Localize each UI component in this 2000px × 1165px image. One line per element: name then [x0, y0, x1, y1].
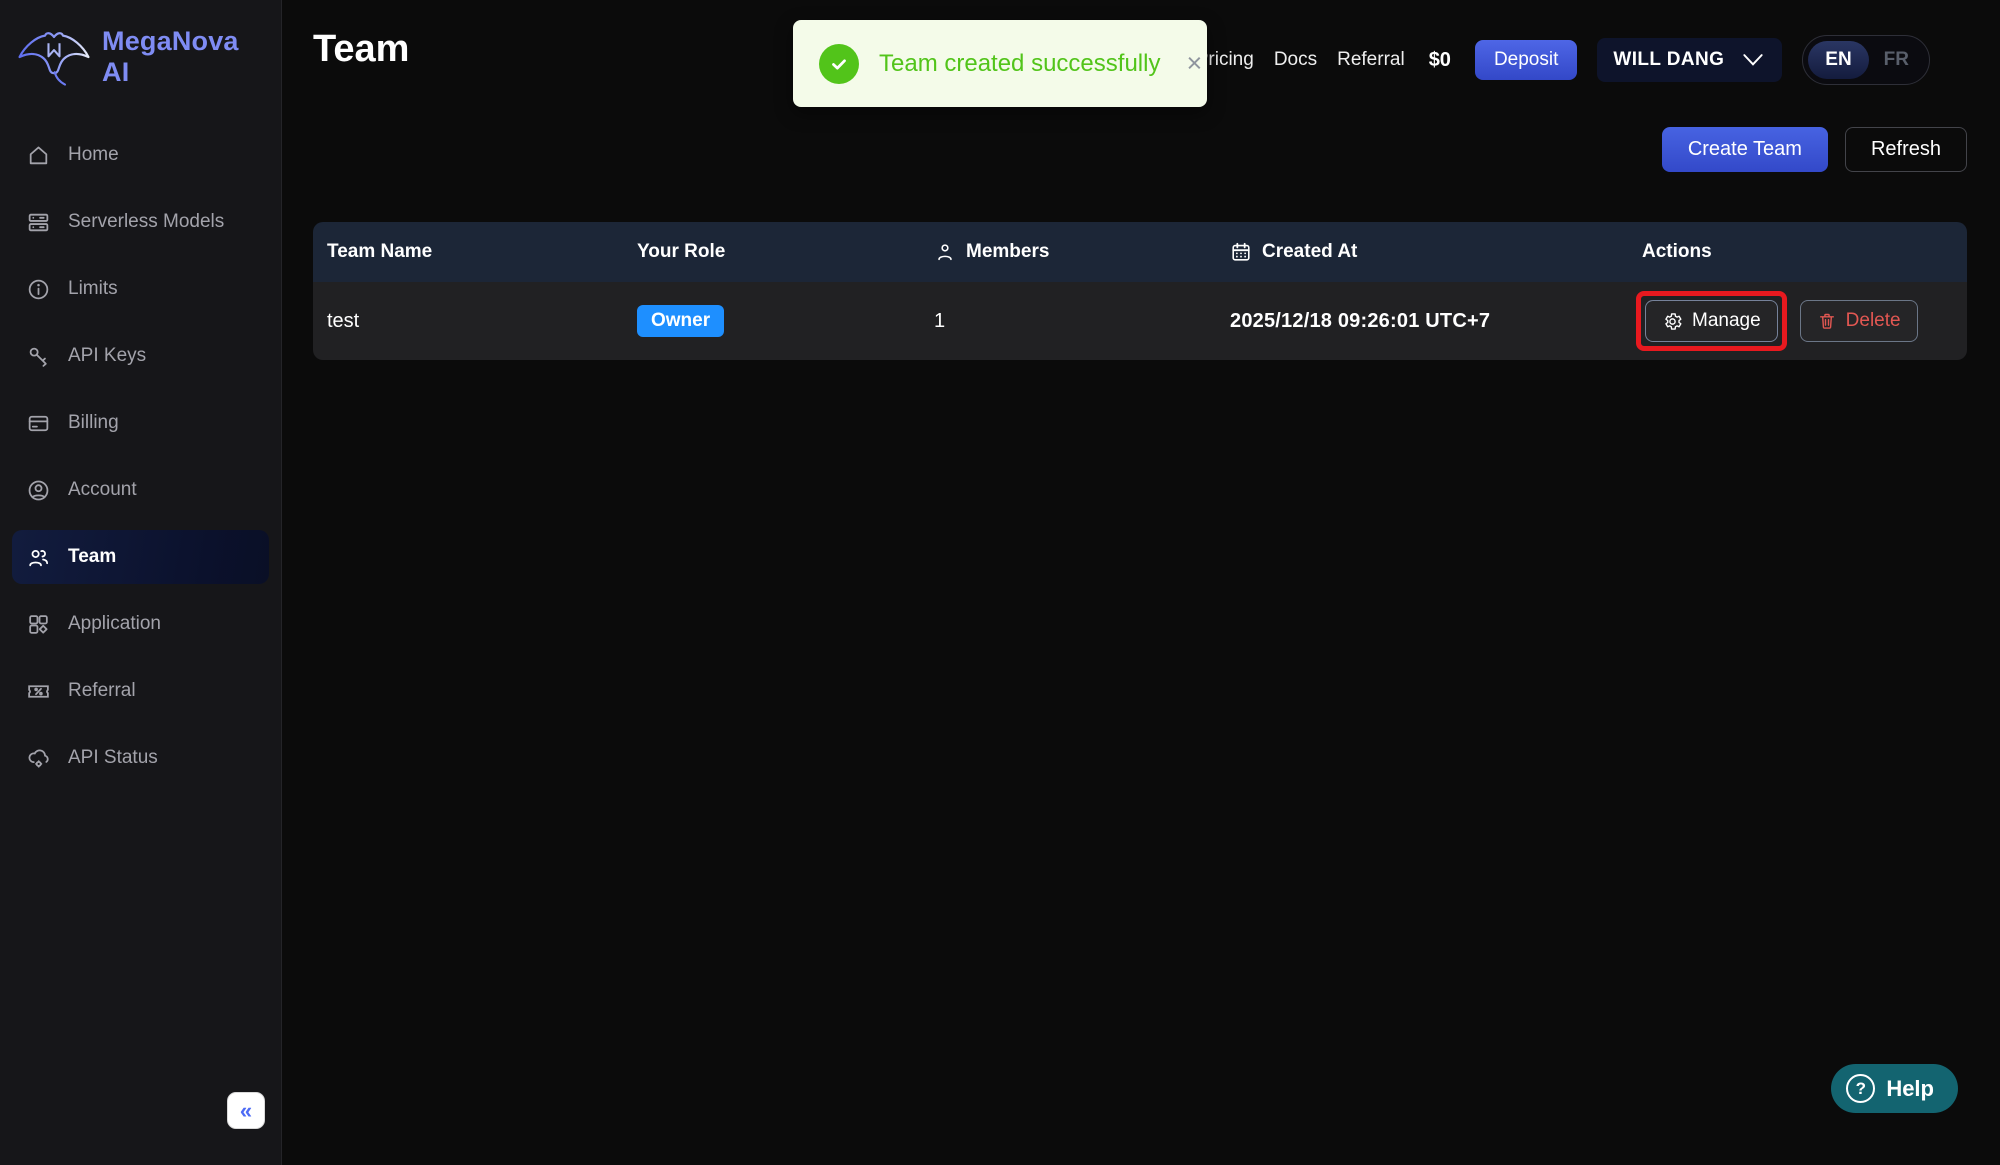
teams-table: Team Name Your Role Members Created At A… [313, 222, 1967, 360]
sidebar-item-api-status[interactable]: API Status [12, 731, 269, 785]
sidebar-item-home[interactable]: Home [12, 128, 269, 182]
sidebar-item-label: Billing [68, 412, 119, 433]
team-toolbar: Create Team Refresh [1661, 127, 1967, 172]
nav-link-docs[interactable]: Docs [1274, 49, 1317, 71]
toast-close-icon[interactable]: × [1186, 50, 1202, 77]
success-check-icon [819, 43, 859, 84]
manage-highlight-annotation: Manage [1636, 291, 1787, 351]
sidebar-item-label: Referral [68, 680, 136, 701]
user-circle-icon [26, 478, 51, 503]
sidebar-collapse-button[interactable]: « [227, 1092, 265, 1129]
delete-button-label: Delete [1845, 310, 1901, 331]
main-content: Team Team created successfully × Pricing… [282, 0, 2000, 1165]
sidebar-nav: Home Serverless Models Limits API Keys B… [0, 98, 281, 785]
table-row: test Owner 1 2025/12/18 09:26:01 UTC+7 M… [313, 282, 1967, 360]
server-icon [26, 210, 51, 235]
create-team-button[interactable]: Create Team [1661, 127, 1828, 172]
balance-amount: $0 [1428, 48, 1451, 71]
help-button[interactable]: ? Help [1831, 1064, 1958, 1113]
sidebar-item-limits[interactable]: Limits [12, 262, 269, 316]
role-badge: Owner [637, 305, 725, 337]
sidebar-item-label: Limits [68, 278, 118, 299]
cell-role: Owner [623, 305, 920, 337]
column-members: Members [920, 241, 1216, 263]
top-nav: Pricing Docs Referral $0 Deposit WILL DA… [1196, 35, 1930, 85]
cell-created-at: 2025/12/18 09:26:01 UTC+7 [1230, 309, 1491, 332]
sidebar-item-application[interactable]: Application [12, 597, 269, 651]
cell-team-name: test [327, 309, 360, 332]
info-icon [26, 277, 51, 302]
sidebar-item-referral[interactable]: Referral [12, 664, 269, 718]
column-team-name: Team Name [327, 241, 433, 262]
chevrons-left-icon: « [239, 1097, 253, 1123]
toast-message: Team created successfully [879, 49, 1161, 77]
trash-icon [1817, 311, 1837, 331]
sidebar-item-label: API Keys [68, 345, 147, 366]
lang-option-fr[interactable]: FR [1869, 41, 1924, 79]
sidebar-item-label: Serverless Models [68, 211, 225, 232]
sidebar-item-label: Account [68, 479, 137, 500]
grid-icon [26, 612, 51, 637]
sidebar-item-label: API Status [68, 747, 158, 768]
page-title: Team [313, 28, 410, 70]
sidebar-item-label: Home [68, 144, 119, 165]
nav-link-referral[interactable]: Referral [1337, 49, 1405, 71]
sidebar-item-api-keys[interactable]: API Keys [12, 329, 269, 383]
users-icon [26, 545, 51, 570]
home-icon [26, 143, 51, 168]
sidebar-item-label: Team [68, 546, 117, 567]
ticket-icon [26, 679, 51, 704]
manage-button-label: Manage [1692, 310, 1761, 331]
gear-icon [1662, 311, 1683, 332]
sidebar-item-team[interactable]: Team [12, 530, 269, 584]
sidebar-item-serverless-models[interactable]: Serverless Models [12, 195, 269, 249]
column-actions: Actions [1642, 241, 1712, 262]
manage-button[interactable]: Manage [1645, 300, 1778, 342]
credit-card-icon [26, 411, 51, 436]
sidebar-item-account[interactable]: Account [12, 463, 269, 517]
user-name: WILL DANG [1613, 49, 1725, 70]
brand-logo[interactable]: MegaNova AI [0, 0, 281, 98]
cell-members: 1 [934, 309, 946, 332]
question-icon: ? [1846, 1074, 1876, 1103]
refresh-button[interactable]: Refresh [1844, 127, 1967, 172]
sidebar-item-billing[interactable]: Billing [12, 396, 269, 450]
key-icon [26, 344, 51, 369]
chevron-down-icon [1740, 51, 1766, 69]
brand-name: MegaNova AI [102, 26, 239, 87]
sidebar: MegaNova AI Home Serverless Models Limit… [0, 0, 282, 1165]
delete-button[interactable]: Delete [1799, 300, 1918, 342]
cell-actions: Manage Delete [1628, 291, 1967, 351]
lang-option-en[interactable]: EN [1808, 41, 1869, 79]
cloud-gear-icon [26, 746, 51, 771]
deposit-button[interactable]: Deposit [1474, 40, 1578, 80]
table-header-row: Team Name Your Role Members Created At A… [313, 222, 1967, 282]
manta-logo-icon [16, 26, 92, 88]
help-button-label: Help [1886, 1075, 1934, 1101]
column-created-at: Created At [1216, 241, 1628, 263]
column-your-role: Your Role [637, 241, 726, 262]
person-icon [934, 241, 956, 263]
language-toggle: EN FR [1802, 35, 1930, 85]
success-toast: Team created successfully × [793, 20, 1207, 107]
calendar-icon [1230, 241, 1252, 263]
sidebar-item-label: Application [68, 613, 161, 634]
user-menu[interactable]: WILL DANG [1597, 38, 1783, 82]
